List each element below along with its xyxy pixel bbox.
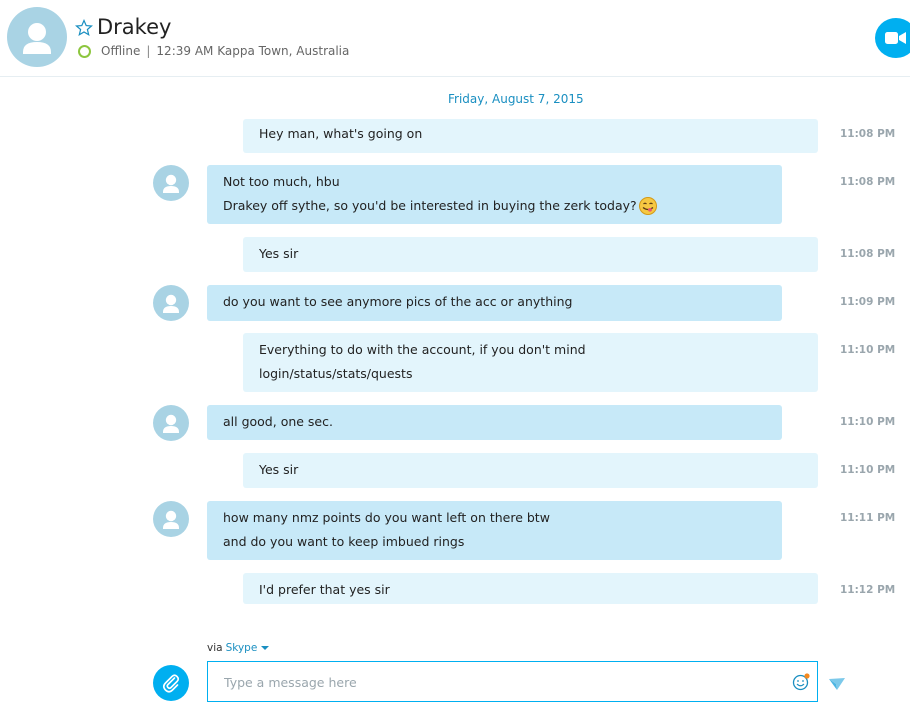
incoming-message[interactable]: all good, one sec. [207,405,782,440]
outgoing-message[interactable]: Yes sir [243,453,818,488]
incoming-message[interactable]: Not too much, hbu Drakey off sythe, so y… [207,165,782,224]
message-text: login/status/stats/quests [259,366,413,381]
incoming-message[interactable]: do you want to see anymore pics of the a… [207,285,782,321]
chevron-down-icon[interactable] [261,646,270,650]
status-text: Offline [101,44,141,58]
send-arrow-icon[interactable] [828,676,846,692]
message-text: I'd prefer that yes sir [259,582,390,597]
message-text: all good, one sec. [223,414,333,429]
status-line: Offline | 12:39 AM Kappa Town, Australia [101,44,349,58]
message-text: and do you want to keep imbued rings [223,534,465,549]
video-camera-icon [885,32,906,44]
person-silhouette-icon [163,174,179,193]
message-text: how many nmz points do you want left on … [223,510,550,525]
attach-button[interactable] [153,665,189,701]
message-text-line: Drakey off sythe, so you'd be interested… [223,194,766,218]
conversation-header: Drakey Offline | 12:39 AM Kappa Town, Aust… [0,0,910,77]
person-silhouette-icon [163,510,179,529]
contact-avatar-small[interactable] [153,165,189,201]
via-label: via [207,642,223,654]
contact-name[interactable]: Drakey [97,15,171,39]
message-text: Yes sir [259,246,299,261]
message-timestamp: 11:08 PM [840,248,896,260]
paperclip-icon [162,674,180,693]
message-text: Yes sir [259,462,299,477]
status-separator: | [146,44,151,58]
message-timestamp: 11:10 PM [840,416,896,428]
message-timestamp: 11:10 PM [840,344,896,356]
contact-avatar-small[interactable] [153,501,189,537]
message-timestamp: 11:12 PM [840,584,896,596]
message-timestamp: 11:09 PM [840,296,896,308]
offline-status-icon [78,45,91,58]
message-text: Hey man, what's going on [259,126,423,141]
incoming-message[interactable]: how many nmz points do you want left on … [207,501,782,560]
person-silhouette-icon [163,414,179,433]
date-label: Friday, August 7, 2015 [448,92,584,106]
message-text: do you want to see anymore pics of the a… [223,294,573,309]
star-outline-icon[interactable] [75,19,93,37]
contact-avatar-small[interactable] [153,285,189,321]
outgoing-message[interactable]: I'd prefer that yes sir [243,573,818,604]
person-silhouette-icon [23,23,51,54]
message-input-box[interactable] [207,661,818,702]
outgoing-message[interactable]: Everything to do with the account, if yo… [243,333,818,392]
contact-avatar-small[interactable] [153,405,189,441]
message-timestamp: 11:08 PM [840,176,896,188]
smiling-tongue-face-icon [638,197,657,215]
message-timestamp: 11:08 PM [840,128,896,140]
smiley-icon[interactable] [791,672,811,692]
message-timestamp: 11:11 PM [840,512,896,524]
message-text: Drakey off sythe, so you'd be interested… [223,198,637,213]
local-time-location: 12:39 AM Kappa Town, Australia [156,44,350,58]
outgoing-message[interactable]: Yes sir [243,237,818,272]
message-input[interactable] [222,671,766,693]
video-call-button[interactable] [875,18,910,58]
via-service[interactable]: Skype [226,642,258,654]
via-selector[interactable]: via Skype [207,642,270,654]
message-text: Not too much, hbu [223,174,340,189]
person-silhouette-icon [163,294,179,313]
outgoing-message[interactable]: Hey man, what's going on [243,119,818,153]
message-text: Everything to do with the account, if yo… [259,342,586,357]
contact-avatar[interactable] [7,7,67,67]
message-timestamp: 11:10 PM [840,464,896,476]
